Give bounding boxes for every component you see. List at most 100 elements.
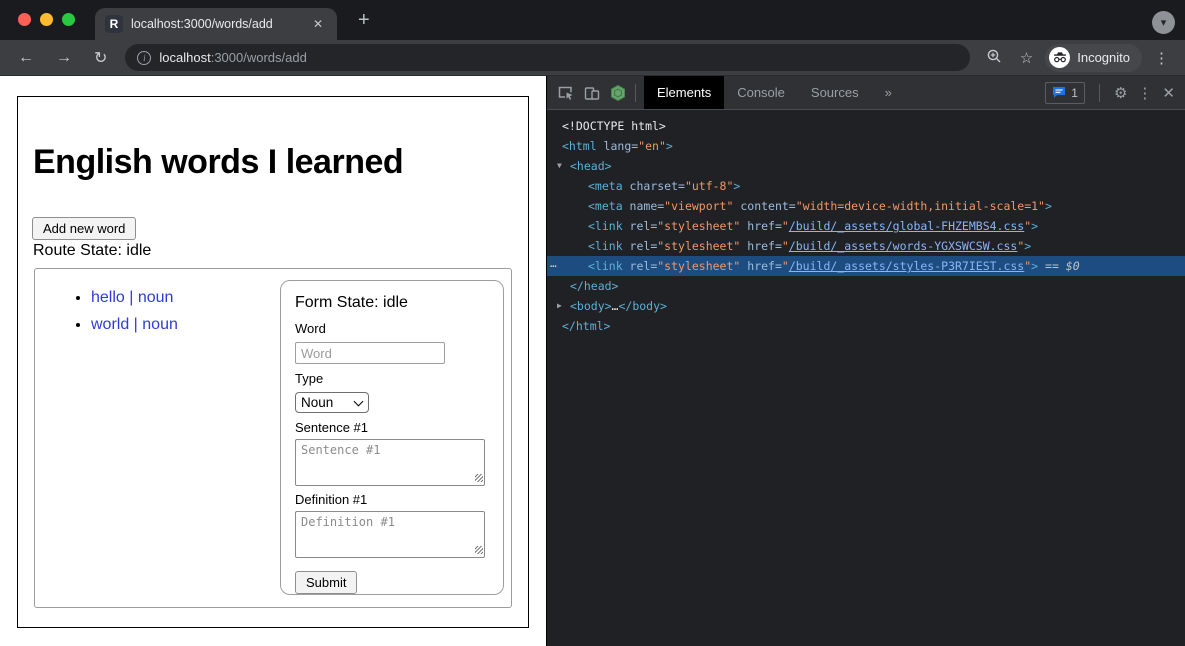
type-select-wrap: Noun: [295, 392, 369, 413]
syntax-token: <link: [588, 219, 623, 233]
toolbar-divider: [635, 84, 636, 102]
dom-tree-line[interactable]: ▼ <head>: [547, 156, 1185, 176]
type-label: Type: [295, 371, 489, 386]
devtools-tabs: ElementsConsoleSources»: [644, 76, 905, 109]
devtools-toolbar: ElementsConsoleSources» 1 ⚙ ⋮ ✕: [547, 76, 1185, 110]
syntax-token: "stylesheet": [657, 259, 740, 273]
sentence-textarea[interactable]: [295, 439, 485, 486]
dom-tree-line[interactable]: … <link rel="stylesheet" href="/build/_as…: [547, 256, 1185, 276]
reload-button[interactable]: ↻: [86, 48, 115, 68]
settings-gear-icon[interactable]: ⚙: [1114, 84, 1127, 102]
syntax-token: lang=: [597, 139, 639, 153]
close-devtools-icon[interactable]: ✕: [1162, 84, 1175, 102]
dom-tree-line[interactable]: ▶<body>…</body>: [547, 296, 1185, 316]
syntax-token: <html: [562, 139, 597, 153]
devtools-toolbar-right: 1 ⚙ ⋮ ✕: [1045, 82, 1185, 104]
web-page: English words I learned Add new word Rou…: [0, 76, 546, 646]
syntax-token: <head>: [570, 159, 612, 173]
syntax-token: rel=: [623, 239, 658, 253]
bookmark-star-icon[interactable]: ☆: [1014, 49, 1039, 67]
site-info-icon[interactable]: i: [137, 51, 151, 65]
syntax-token: /build/_assets/styles-P3R7IEST.css: [789, 259, 1024, 273]
device-toolbar-icon[interactable]: [579, 80, 605, 106]
syntax-token: <meta: [588, 179, 623, 193]
back-button[interactable]: ←: [10, 49, 42, 67]
devtools-tab-sources[interactable]: Sources: [798, 76, 872, 109]
syntax-token: </head>: [570, 279, 618, 293]
forward-button[interactable]: →: [48, 49, 80, 67]
dom-tree-line[interactable]: <html lang="en">: [547, 136, 1185, 156]
syntax-token: rel=: [623, 219, 658, 233]
sentence-label: Sentence #1: [295, 420, 489, 435]
new-tab-button[interactable]: +: [352, 8, 376, 32]
browser-menu-kebab-icon[interactable]: ⋮: [1148, 49, 1175, 67]
syntax-token: <body>: [570, 299, 612, 313]
word-label: Word: [295, 321, 489, 336]
syntax-token: href=: [740, 239, 782, 253]
dom-tree-line[interactable]: <meta name="viewport" content="width=dev…: [547, 196, 1185, 216]
type-select[interactable]: Noun: [295, 392, 369, 413]
syntax-token: "en": [638, 139, 666, 153]
browser-tab[interactable]: R localhost:3000/words/add ✕: [95, 8, 337, 40]
minimize-window-button[interactable]: [40, 13, 53, 26]
submit-button[interactable]: Submit: [295, 571, 357, 594]
form-state-text: Form State: idle: [295, 294, 489, 312]
dom-tree-line[interactable]: <!DOCTYPE html>: [547, 116, 1185, 136]
more-tabs-button[interactable]: »: [872, 76, 905, 109]
devtools-tab-console[interactable]: Console: [724, 76, 798, 109]
word-link[interactable]: hello | noun: [91, 289, 173, 306]
dom-tree-line[interactable]: <meta charset="utf-8">: [547, 176, 1185, 196]
syntax-token: <link: [588, 259, 623, 273]
maximize-window-button[interactable]: [62, 13, 75, 26]
devtools-menu-kebab-icon[interactable]: ⋮: [1137, 84, 1152, 102]
word-list-item: world | noun: [91, 316, 178, 334]
dom-tree-line[interactable]: <link rel="stylesheet" href="/build/_ass…: [547, 216, 1185, 236]
route-state-text: Route State: idle: [33, 242, 151, 260]
expand-arrow-closed-icon[interactable]: ▶: [557, 296, 562, 316]
syntax-token: <!DOCTYPE html>: [562, 119, 666, 133]
syntax-token: content=: [733, 199, 795, 213]
tab-bar: R localhost:3000/words/add ✕ + ▾: [0, 0, 1185, 40]
devtools-tab-elements[interactable]: Elements: [644, 76, 724, 109]
node-overflow-dots-icon[interactable]: …: [550, 254, 556, 274]
definition-textarea[interactable]: [295, 511, 485, 558]
tab-close-icon[interactable]: ✕: [309, 15, 327, 33]
syntax-token: /build/_assets/global-FHZEMBS4.css: [789, 219, 1024, 233]
console-messages-button[interactable]: 1: [1045, 82, 1085, 104]
close-window-button[interactable]: [18, 13, 31, 26]
word-input[interactable]: [295, 342, 445, 364]
syntax-token: ": [782, 239, 789, 253]
address-bar[interactable]: i localhost:3000/words/add: [125, 44, 969, 71]
syntax-token: rel=: [623, 259, 658, 273]
syntax-token: ": [782, 259, 789, 273]
incognito-icon: [1049, 47, 1070, 68]
syntax-token: >: [733, 179, 740, 193]
add-new-word-button[interactable]: Add new word: [32, 217, 136, 240]
syntax-token: </html>: [562, 319, 610, 333]
syntax-token: <link: [588, 239, 623, 253]
syntax-token: charset=: [623, 179, 685, 193]
words-panel: hello | noun world | noun Form State: idl…: [34, 268, 512, 608]
incognito-label: Incognito: [1077, 50, 1130, 65]
message-count: 1: [1071, 86, 1078, 100]
syntax-token: "viewport": [664, 199, 733, 213]
words-list: hello | noun world | noun: [59, 289, 178, 343]
inspect-element-icon[interactable]: [553, 80, 579, 106]
word-link[interactable]: world | noun: [91, 316, 178, 333]
syntax-token: name=: [623, 199, 665, 213]
syntax-token: ": [782, 219, 789, 233]
dom-tree-line[interactable]: </html>: [547, 316, 1185, 336]
tab-search-chevron-button[interactable]: ▾: [1152, 11, 1175, 34]
speech-bubble-icon: [1052, 86, 1066, 99]
url-text[interactable]: localhost:3000/words/add: [159, 50, 306, 65]
sentence-textarea-wrap: [295, 439, 485, 486]
dom-tree-line[interactable]: <link rel="stylesheet" href="/build/_ass…: [547, 236, 1185, 256]
syntax-token: href=: [740, 259, 782, 273]
dom-tree-line[interactable]: </head>: [547, 276, 1185, 296]
remix-favicon-icon: R: [105, 15, 123, 33]
expand-arrow-open-icon[interactable]: ▼: [557, 156, 562, 176]
zoom-magnifier-icon[interactable]: [980, 48, 1008, 68]
definition-label: Definition #1: [295, 492, 489, 507]
extension-hexagon-icon[interactable]: [605, 80, 631, 106]
syntax-token: >: [1024, 239, 1031, 253]
